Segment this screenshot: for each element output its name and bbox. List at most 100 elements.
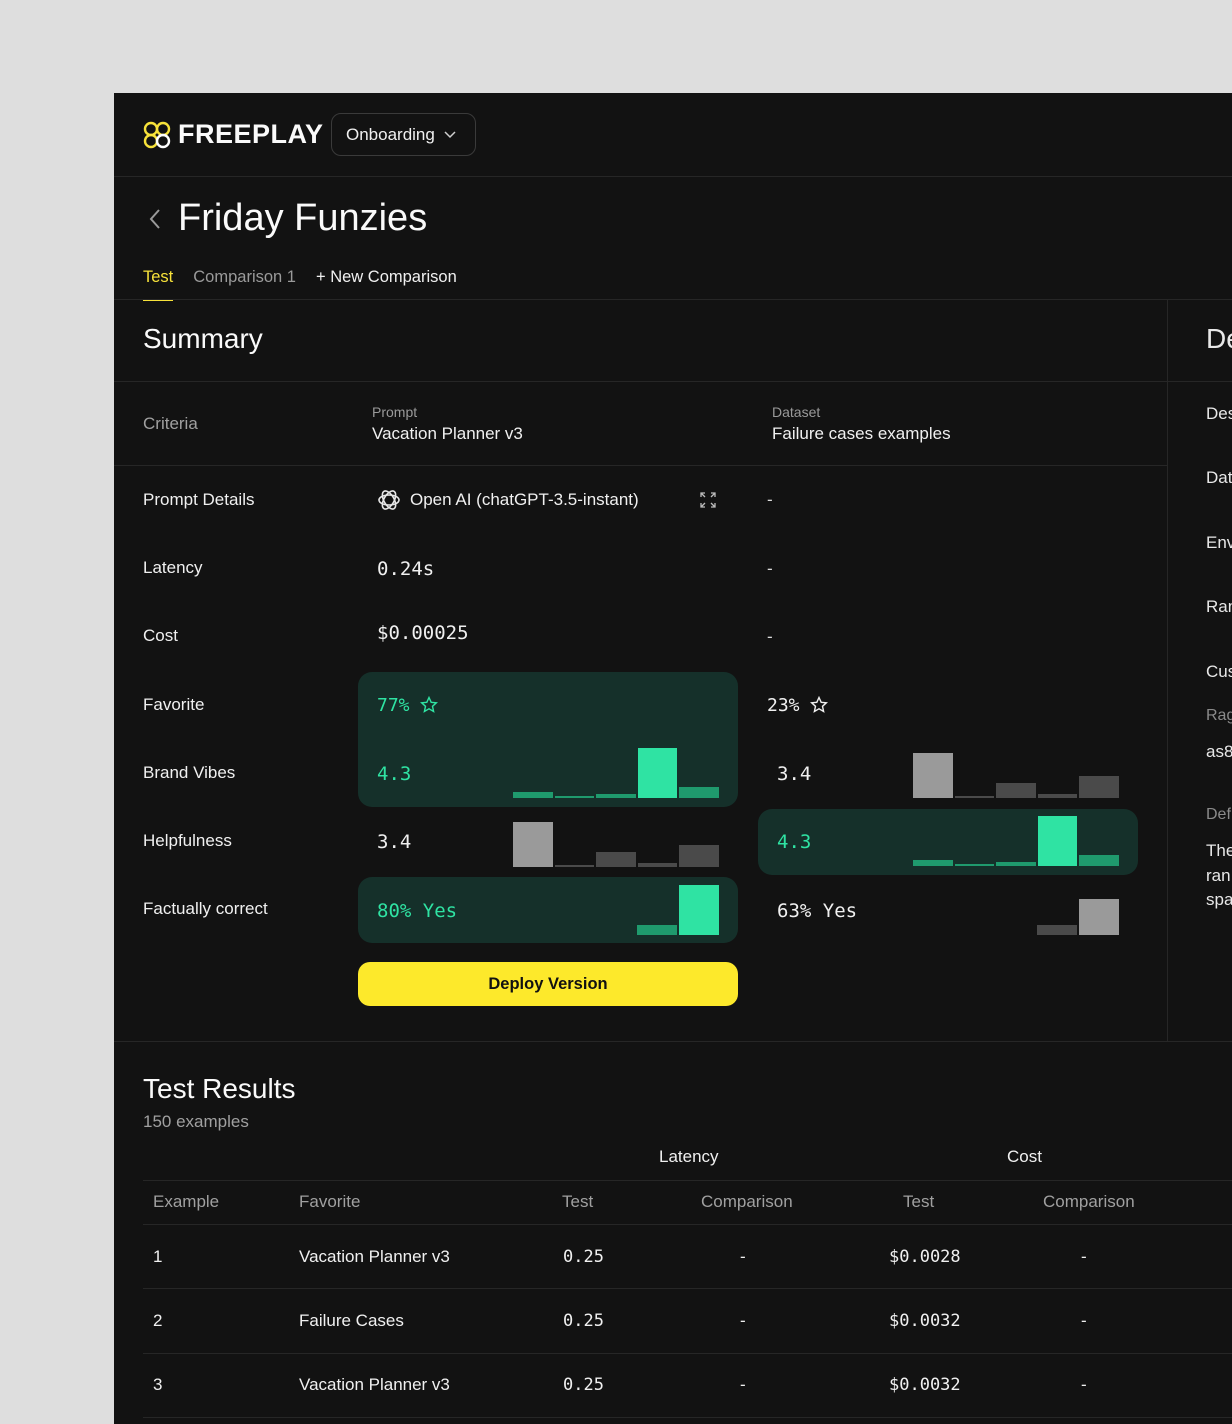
back-chevron-icon[interactable] bbox=[147, 207, 163, 231]
column-header-latency-test[interactable]: Test bbox=[562, 1192, 593, 1212]
tab-comparison-1[interactable]: Comparison 1 bbox=[193, 265, 296, 299]
cell-latency-comparison: - bbox=[740, 1375, 746, 1394]
distribution-bar bbox=[913, 753, 953, 798]
header-divider bbox=[114, 299, 1232, 300]
comparison-latency: - bbox=[767, 559, 773, 578]
column-header-example[interactable]: Example bbox=[153, 1192, 219, 1212]
workspace-select-value: Onboarding bbox=[346, 124, 435, 144]
tab-test[interactable]: Test bbox=[143, 265, 174, 301]
distribution-bar bbox=[596, 794, 636, 798]
side-item-environment: Env bbox=[1206, 533, 1232, 552]
cell-latency-test: 0.25 bbox=[563, 1247, 604, 1267]
distribution-bar bbox=[1037, 793, 1078, 798]
cell-latency-comparison: - bbox=[740, 1247, 746, 1266]
row-label-latency: Latency bbox=[143, 558, 203, 577]
side-item-rag-label: Rag bbox=[1206, 707, 1232, 724]
cell-example: 3 bbox=[153, 1375, 163, 1394]
distribution-bar bbox=[996, 862, 1036, 866]
page-title: Friday Funzies bbox=[178, 197, 428, 239]
distribution-bar bbox=[637, 925, 677, 935]
summary-title: Summary bbox=[143, 323, 263, 354]
distribution-bar bbox=[1079, 855, 1119, 866]
workspace-select[interactable]: Onboarding bbox=[331, 113, 476, 156]
deploy-version-button[interactable]: Deploy Version bbox=[358, 962, 738, 1006]
test-latency: 0.24s bbox=[377, 558, 435, 580]
comparison-factual-suffix: Yes bbox=[822, 900, 858, 922]
group-header-divider bbox=[143, 1180, 1232, 1181]
results-divider bbox=[114, 1041, 1232, 1042]
comparison-factual-distribution bbox=[1037, 899, 1119, 935]
criteria-header: Criteria bbox=[143, 414, 198, 433]
comparison-helpfulness-distribution bbox=[913, 816, 1119, 866]
distribution-bar bbox=[679, 787, 719, 798]
prompt-header-label: Prompt bbox=[372, 404, 418, 420]
prompt-header-value[interactable]: Vacation Planner v3 bbox=[372, 424, 523, 444]
row-label-favorite: Favorite bbox=[143, 695, 205, 714]
comparison-brand-vibes: 3.4 bbox=[777, 763, 812, 785]
column-header-cost-comparison[interactable]: Comparison bbox=[1043, 1192, 1135, 1212]
comparison-helpfulness: 4.3 bbox=[777, 831, 812, 853]
test-helpfulness-distribution bbox=[513, 822, 719, 867]
distribution-bar bbox=[996, 783, 1036, 798]
distribution-bar bbox=[637, 862, 678, 867]
side-item-description: Des bbox=[1206, 404, 1232, 423]
test-cost: $0.00025 bbox=[377, 622, 469, 644]
test-favorite: 77% bbox=[377, 695, 410, 716]
cell-cost-comparison: - bbox=[1081, 1375, 1087, 1394]
cell-latency-comparison: - bbox=[740, 1311, 746, 1330]
group-header-latency: Latency bbox=[659, 1147, 719, 1166]
cell-latency-test: 0.25 bbox=[563, 1375, 604, 1395]
distribution-bar bbox=[1079, 899, 1119, 935]
brand-logo[interactable]: FREEPLAY bbox=[142, 119, 324, 150]
test-factual-suffix: Yes bbox=[422, 900, 458, 922]
column-header-divider bbox=[143, 1224, 1232, 1225]
chevron-down-icon bbox=[444, 130, 456, 138]
side-item-custom: Cus bbox=[1206, 662, 1232, 681]
test-factual-percent: 80% bbox=[377, 900, 412, 922]
comparison-favorite: 23% bbox=[767, 695, 800, 716]
distribution-bar bbox=[913, 860, 953, 866]
side-panel-divider bbox=[1168, 381, 1232, 382]
test-brand-vibes: 4.3 bbox=[377, 763, 412, 785]
comparison-brand-vibes-distribution bbox=[913, 753, 1119, 798]
openai-icon bbox=[378, 490, 400, 510]
row-label-helpfulness: Helpfulness bbox=[143, 831, 232, 850]
side-item-dataset: Dat bbox=[1206, 468, 1232, 487]
row-label-brand-vibes: Brand Vibes bbox=[143, 763, 236, 782]
dataset-header-value[interactable]: Failure cases examples bbox=[772, 424, 951, 444]
distribution-bar bbox=[513, 792, 553, 798]
test-factual: 80% Yes bbox=[377, 900, 457, 922]
test-helpfulness: 3.4 bbox=[377, 831, 412, 853]
test-factual-distribution bbox=[637, 885, 719, 935]
row-label-prompt-details: Prompt Details bbox=[143, 490, 255, 509]
results-count: 150 examples bbox=[143, 1112, 249, 1131]
tab-new-comparison[interactable]: + New Comparison bbox=[316, 265, 457, 299]
distribution-bar bbox=[679, 885, 719, 935]
panel-divider bbox=[1167, 300, 1168, 1041]
expand-icon[interactable] bbox=[699, 491, 717, 509]
top-bar: FREEPLAY Onboarding bbox=[114, 93, 1232, 177]
side-item-definition-line-2: ran bbox=[1206, 866, 1231, 885]
distribution-bar bbox=[954, 796, 995, 798]
column-header-latency-comparison[interactable]: Comparison bbox=[701, 1192, 793, 1212]
prompt-model: Open AI (chatGPT-3.5-instant) bbox=[410, 490, 639, 509]
side-item-definition-line-1: The bbox=[1206, 841, 1232, 860]
criteria-divider bbox=[114, 465, 1167, 466]
app-window: FREEPLAY Onboarding Friday Funzies Test … bbox=[114, 93, 1232, 1424]
column-header-cost-test[interactable]: Test bbox=[903, 1192, 934, 1212]
star-icon[interactable] bbox=[810, 696, 828, 714]
distribution-bar bbox=[954, 864, 995, 866]
tab-bar: Test Comparison 1 + New Comparison bbox=[143, 265, 457, 301]
cell-example: 1 bbox=[153, 1247, 163, 1266]
group-header-cost: Cost bbox=[1007, 1147, 1042, 1166]
summary-title-divider bbox=[114, 381, 1167, 382]
cell-example: 2 bbox=[153, 1311, 163, 1330]
star-icon[interactable] bbox=[420, 696, 438, 714]
cell-favorite: Vacation Planner v3 bbox=[299, 1247, 450, 1266]
cell-cost-test: $0.0032 bbox=[889, 1375, 961, 1395]
side-item-range: Ran bbox=[1206, 597, 1232, 616]
cell-favorite: Vacation Planner v3 bbox=[299, 1375, 450, 1394]
brand-name: FREEPLAY bbox=[178, 119, 324, 149]
column-header-favorite[interactable]: Favorite bbox=[299, 1192, 360, 1212]
results-title: Test Results bbox=[143, 1073, 296, 1104]
